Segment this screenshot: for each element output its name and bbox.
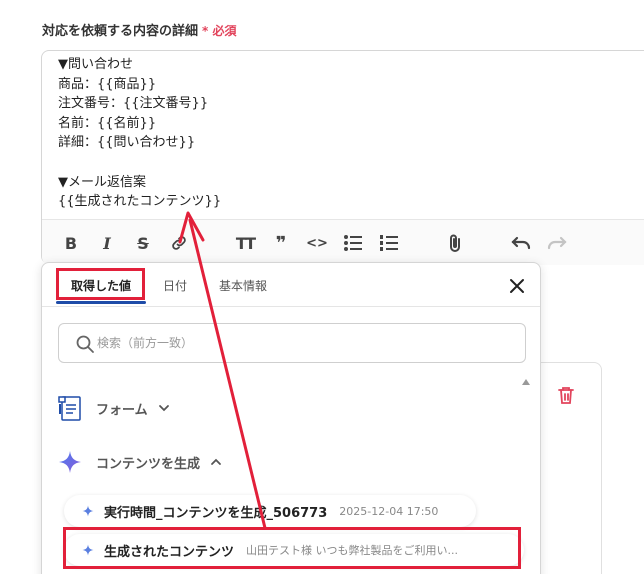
- variable-name: 実行時間_コンテンツを生成_506773: [104, 505, 328, 521]
- numbered-list-icon: [380, 235, 398, 251]
- scroll-up-arrow[interactable]: [522, 379, 530, 385]
- numbered-list-button[interactable]: [378, 232, 400, 254]
- highlight-generated-content: [63, 527, 521, 569]
- link-button[interactable]: [168, 232, 190, 254]
- paperclip-icon: [450, 234, 460, 252]
- field-label-text: 対応を依頼する内容の詳細: [42, 24, 199, 39]
- attachment-button[interactable]: [444, 232, 466, 254]
- trash-icon[interactable]: [557, 385, 575, 405]
- undo-button[interactable]: [510, 232, 532, 254]
- editor-line: 詳細：{{問い合わせ}}: [58, 135, 196, 151]
- redo-icon: [547, 236, 567, 250]
- heading-button[interactable]: TT: [234, 232, 256, 254]
- required-mark: *: [202, 24, 209, 38]
- required-badge: * 必須: [202, 24, 236, 38]
- undo-icon: [511, 236, 531, 250]
- field-label: 対応を依頼する内容の詳細 * 必須: [42, 20, 237, 39]
- bullet-list-button[interactable]: [342, 232, 364, 254]
- chevron-down-icon: [158, 405, 169, 412]
- editor-line: ▼問い合わせ: [58, 57, 133, 72]
- variable-item-execution-time[interactable]: 実行時間_コンテンツを生成_506773 2025-12-04 17:50: [64, 495, 476, 527]
- code-button[interactable]: <>: [306, 232, 328, 254]
- link-icon: [172, 236, 186, 250]
- bullet-list-icon: [344, 235, 362, 251]
- strikethrough-button[interactable]: S: [132, 232, 154, 254]
- search-box[interactable]: [58, 323, 526, 363]
- editor-line: 商品：{{商品}}: [58, 76, 157, 92]
- group-content-generation[interactable]: コンテンツを生成: [58, 447, 222, 477]
- editor-line: 名前：{{名前}}: [58, 115, 157, 131]
- group-content-generation-label: コンテンツを生成: [96, 456, 201, 472]
- editor-line: 注文番号：{{注文番号}}: [58, 96, 209, 112]
- bold-button[interactable]: B: [60, 232, 82, 254]
- rich-text-editor[interactable]: ▼問い合わせ 商品：{{商品}} 注文番号：{{注文番号}} 名前：{{名前}}…: [41, 50, 644, 265]
- search-icon: [76, 335, 94, 353]
- editor-line: ▼メール返信案: [58, 174, 146, 190]
- search-input[interactable]: [97, 324, 497, 362]
- close-icon[interactable]: [506, 275, 528, 297]
- group-form-label: フォーム: [96, 402, 148, 418]
- tab-date[interactable]: 日付: [163, 277, 187, 294]
- editor-content[interactable]: ▼問い合わせ 商品：{{商品}} 注文番号：{{注文番号}} 名前：{{名前}}…: [58, 55, 221, 212]
- required-text: 必須: [212, 24, 237, 38]
- quote-button[interactable]: ❞: [270, 232, 292, 254]
- group-form[interactable]: フォーム: [58, 393, 170, 423]
- sparkle-icon: [82, 505, 94, 517]
- editor-toolbar: B I S TT ❞ <>: [42, 219, 644, 265]
- editor-line: {{生成されたコンテンツ}}: [58, 194, 222, 210]
- redo-button[interactable]: [546, 232, 568, 254]
- active-tab-indicator: [56, 301, 146, 304]
- sparkle-icon: [59, 451, 81, 473]
- form-icon: [58, 396, 81, 421]
- highlight-active-tab: [56, 268, 145, 300]
- tab-basic-info[interactable]: 基本情報: [219, 277, 267, 294]
- variable-value: 2025-12-04 17:50: [339, 504, 439, 518]
- chevron-up-icon: [211, 458, 221, 465]
- italic-button[interactable]: I: [96, 232, 118, 254]
